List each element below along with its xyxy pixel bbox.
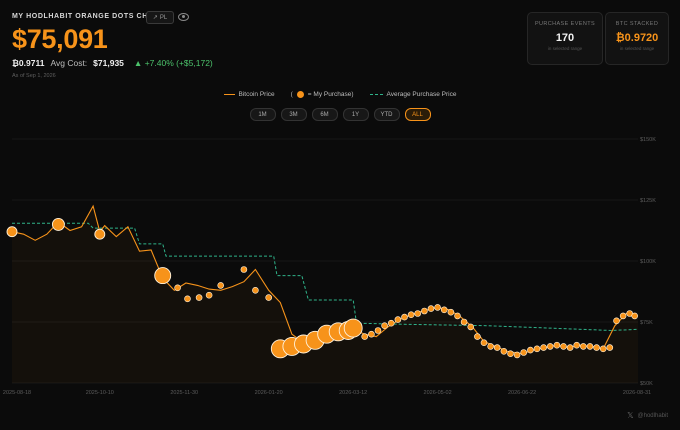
x-axis-ticks: 2025-08-18 2025-10-10 2025-11-30 2026-01-20… xyxy=(3,390,651,396)
purchase-dot[interactable] xyxy=(421,307,428,315)
purchase-dot[interactable] xyxy=(619,312,627,320)
purchase-dot[interactable] xyxy=(467,323,475,331)
purchase-dot[interactable] xyxy=(195,294,203,301)
purchase-dot[interactable] xyxy=(474,333,481,340)
x-tick-label: 2026-03-12 xyxy=(339,390,367,396)
purchase-dot[interactable] xyxy=(480,339,488,347)
purchase-dot[interactable] xyxy=(217,282,224,289)
y-tick-label: $50K xyxy=(640,381,653,387)
purchase-dot[interactable] xyxy=(174,284,181,292)
purchase-dot[interactable] xyxy=(401,313,408,321)
purchase-dot[interactable] xyxy=(527,346,534,354)
purchase-dot[interactable] xyxy=(434,304,441,311)
purchase-dot[interactable] xyxy=(387,319,395,327)
purchase-dot[interactable] xyxy=(394,316,402,323)
purchase-dot[interactable] xyxy=(593,344,600,351)
y-tick-label: $125K xyxy=(640,198,656,204)
purchase-dot[interactable] xyxy=(546,343,554,350)
purchase-dot[interactable] xyxy=(240,266,248,273)
x-logo-icon: 𝕏 xyxy=(627,411,634,420)
x-tick-label: 2026-01-20 xyxy=(255,390,283,396)
purchase-dot[interactable] xyxy=(252,286,259,294)
purchase-dot[interactable] xyxy=(374,327,382,334)
purchase-dot[interactable] xyxy=(540,344,547,351)
purchase-dot[interactable] xyxy=(520,349,528,356)
purchase-dot[interactable] xyxy=(606,344,614,351)
purchase-dot[interactable] xyxy=(361,333,369,340)
x-tick-label: 2025-11-30 xyxy=(170,390,198,396)
purchase-dot[interactable] xyxy=(184,295,191,303)
purchase-dot[interactable] xyxy=(487,343,494,350)
purchase-dot[interactable] xyxy=(440,306,448,314)
x-tick-label: 2026-08-31 xyxy=(623,390,651,396)
x-tick-label: 2026-06-22 xyxy=(508,390,536,396)
purchase-dot[interactable] xyxy=(573,341,581,349)
purchase-dot[interactable] xyxy=(586,343,594,350)
purchase-dot[interactable] xyxy=(414,310,422,317)
purchase-dot[interactable] xyxy=(205,291,213,299)
x-tick-label: 2025-08-18 xyxy=(3,390,31,396)
purchase-dot[interactable] xyxy=(553,341,561,349)
purchase-dot[interactable] xyxy=(493,344,501,351)
purchase-dot[interactable] xyxy=(560,343,567,350)
y-tick-label: $150K xyxy=(640,137,656,143)
purchase-dot[interactable] xyxy=(613,317,620,325)
y-axis-ticks: $150K $125K $100K $75K $50K xyxy=(640,137,656,387)
purchase-dot[interactable] xyxy=(368,330,375,338)
watermark-handle: @hodlhabit xyxy=(637,412,668,419)
x-tick-label: 2026-05-02 xyxy=(424,390,452,396)
purchase-dot[interactable] xyxy=(566,344,574,351)
purchase-dot[interactable] xyxy=(631,312,639,320)
purchase-dot[interactable] xyxy=(407,311,415,319)
y-tick-label: $100K xyxy=(640,259,656,265)
purchase-dot[interactable] xyxy=(599,345,607,353)
purchase-dot[interactable] xyxy=(500,347,508,355)
purchase-dot[interactable] xyxy=(343,318,363,338)
purchase-dot[interactable] xyxy=(6,226,18,238)
purchase-dot[interactable] xyxy=(154,267,172,285)
y-tick-label: $75K xyxy=(640,320,653,326)
price-chart: $150K $125K $100K $75K $50K 2025-08-18 2025-1… xyxy=(3,137,656,396)
purchase-dot[interactable] xyxy=(381,322,388,330)
purchase-dot[interactable] xyxy=(579,343,587,350)
price-area xyxy=(12,206,638,383)
purchase-dot[interactable] xyxy=(94,228,106,240)
watermark: 𝕏 @hodlhabit xyxy=(627,411,668,420)
purchase-dot[interactable] xyxy=(533,345,541,353)
x-tick-label: 2025-10-10 xyxy=(86,390,114,396)
purchase-dot[interactable] xyxy=(447,308,455,316)
purchase-dot[interactable] xyxy=(265,294,273,301)
purchase-dot[interactable] xyxy=(454,312,461,320)
purchase-dot[interactable] xyxy=(427,305,435,312)
purchase-dot[interactable] xyxy=(51,217,65,231)
purchase-dot[interactable] xyxy=(507,350,514,358)
purchase-dot[interactable] xyxy=(460,318,468,326)
purchase-dot[interactable] xyxy=(513,351,521,359)
